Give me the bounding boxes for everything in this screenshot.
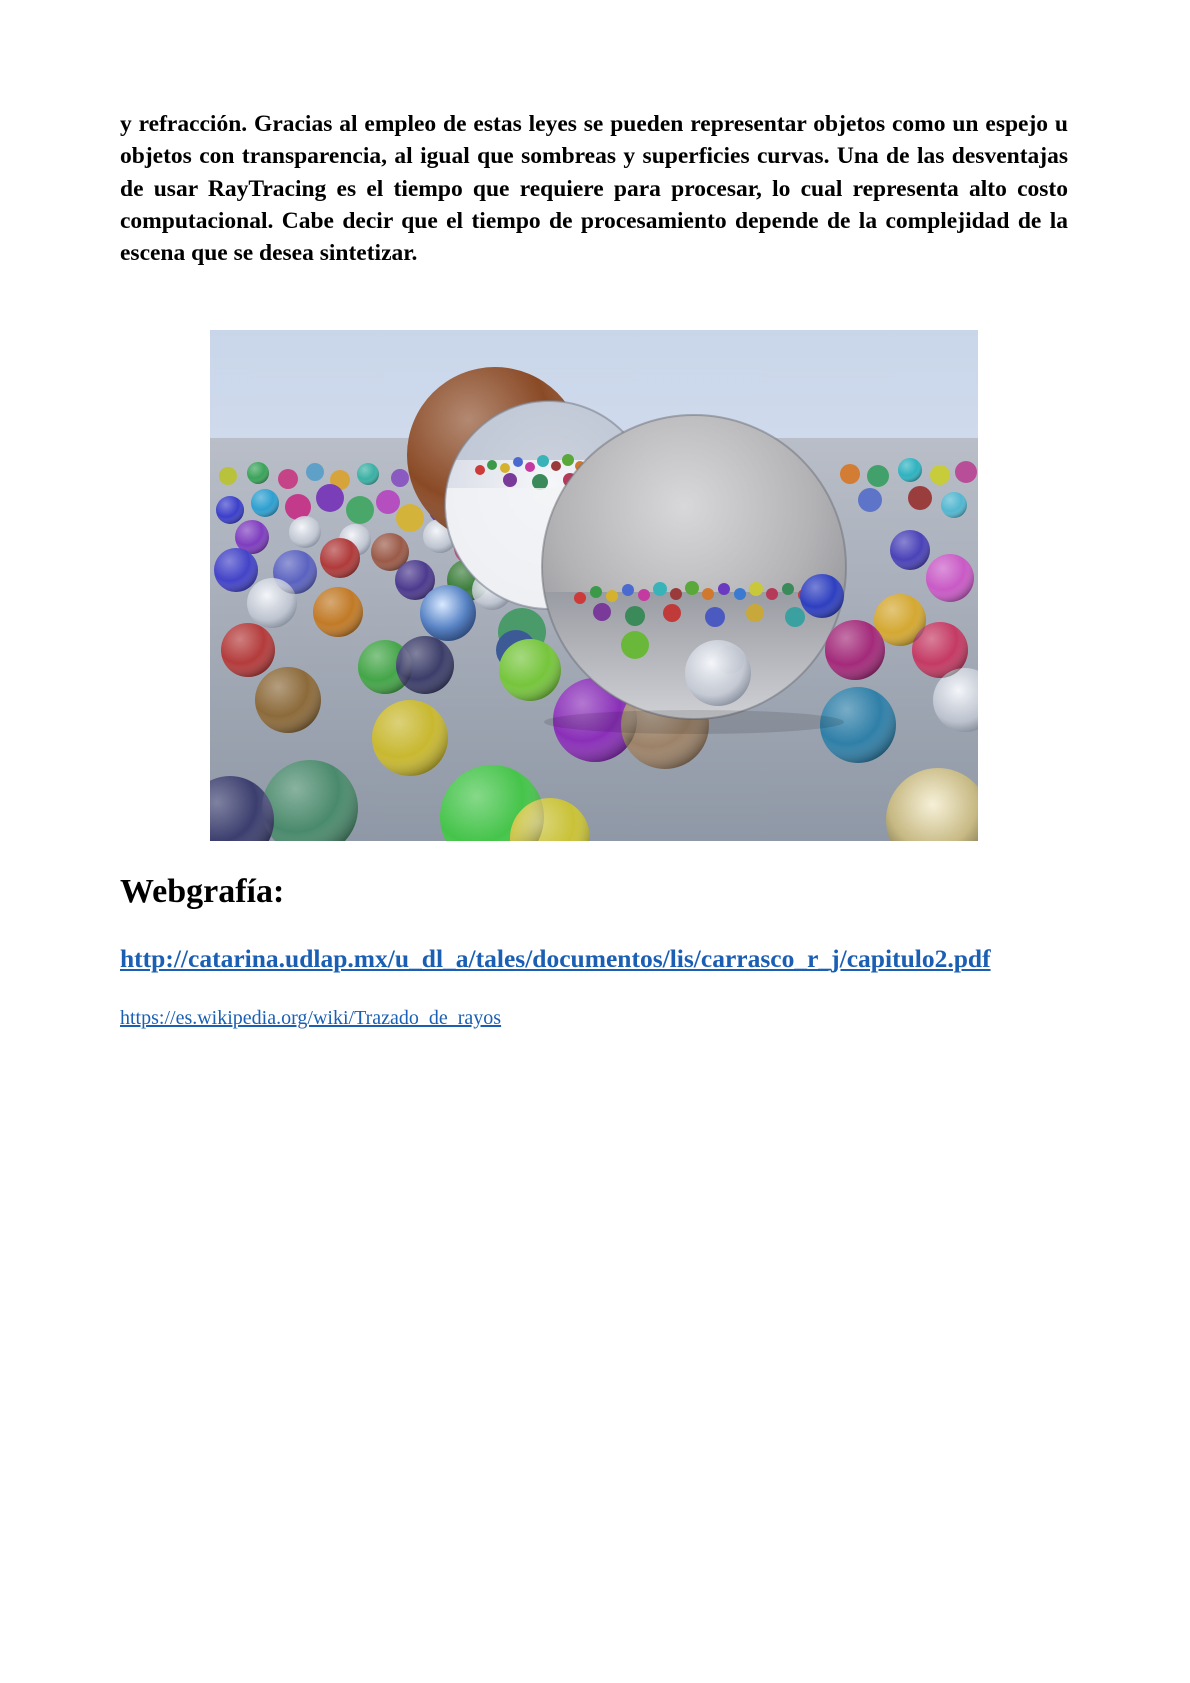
webgrafia-heading: Webgrafía: [120, 873, 285, 910]
body-paragraph: y refracción. Gracias al empleo de estas… [120, 111, 1068, 267]
raytracing-render-image [210, 330, 978, 841]
reference-link-wikipedia[interactable]: https://es.wikipedia.org/wiki/Trazado_de… [120, 1005, 501, 1031]
raytracing-scene-illustration [210, 330, 978, 841]
reference-link-udlap[interactable]: http://catarina.udlap.mx/u_dl_a/tales/do… [120, 944, 991, 974]
